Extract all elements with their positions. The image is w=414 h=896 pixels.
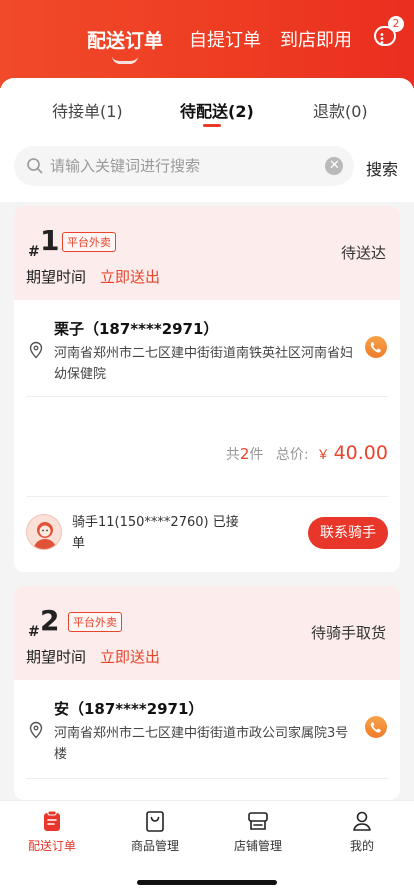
order-card[interactable]: # 1 平台外卖 待送达 期望时间 立即送出 栗子（187****2971） 河…: [14, 206, 400, 572]
location-icon: [29, 341, 43, 359]
tabbar-item-delivery-orders[interactable]: 配送订单: [12, 809, 92, 854]
status-tab-pending-delivery[interactable]: 待配送(2): [180, 98, 254, 122]
phone-icon[interactable]: [365, 716, 387, 738]
customer-name: 安（187****2971）: [54, 700, 204, 718]
clipboard-icon: [44, 810, 60, 831]
expected-time-label: 期望时间: [26, 268, 87, 286]
tabbar-label: 商品管理: [130, 839, 179, 853]
clear-icon[interactable]: ✕: [325, 157, 343, 175]
tabbar-item-store[interactable]: 店铺管理: [218, 809, 298, 854]
total-label: 总价:: [275, 447, 309, 463]
rider-avatar: [26, 514, 62, 550]
status-tab-indicator: [203, 124, 221, 127]
item-count-prefix: 共: [225, 447, 240, 463]
order-filter-panel: 待接单(1) 待配送(2) 退款(0) ✕ 搜索: [0, 78, 414, 202]
search-input[interactable]: [50, 146, 320, 186]
shopping-bag-icon: [146, 811, 164, 832]
rider-status: 骑手11(150****2760) 已接单: [72, 515, 239, 551]
currency-symbol: ￥: [316, 448, 330, 463]
customer-address: 河南省郑州市二七区建中街街道南铁英社区河南省妇幼保健院: [54, 346, 354, 382]
store-icon: [248, 812, 268, 830]
order-card[interactable]: # 2 平台外卖 待骑手取货 期望时间 立即送出 安（187****2971） …: [14, 586, 400, 800]
tab-in-store-use[interactable]: 到店即用: [280, 26, 352, 52]
order-status: 待骑手取货: [310, 624, 386, 642]
order-number: 2: [40, 604, 60, 637]
user-icon: [353, 811, 371, 831]
phone-icon[interactable]: [365, 336, 387, 358]
search-bar: ✕: [14, 146, 354, 186]
tab-pickup-orders[interactable]: 自提订单: [189, 26, 261, 52]
order-source-badge: 平台外卖: [68, 612, 122, 632]
top-header: 配送订单 自提订单 到店即用 • • • 2: [0, 0, 414, 88]
location-icon: [29, 721, 43, 739]
status-tab-pending-accept[interactable]: 待接单(1): [52, 98, 123, 122]
expected-time-value: 立即送出: [100, 648, 161, 666]
tab-delivery-orders[interactable]: 配送订单: [87, 26, 163, 53]
item-count-suffix: 件: [249, 447, 264, 463]
divider: [26, 778, 388, 779]
customer-address: 河南省郑州市二七区建中街街道市政公司家属院3号楼: [54, 726, 349, 762]
search-button[interactable]: 搜索: [366, 156, 398, 180]
order-total: 共2件 总价: ￥ 40.00: [226, 442, 388, 464]
divider: [26, 496, 388, 497]
tabbar-label: 配送订单: [27, 839, 76, 853]
order-source-badge: 平台外卖: [62, 232, 116, 252]
order-status: 待送达: [340, 244, 386, 262]
item-count: 2: [239, 445, 250, 463]
order-hash: #: [28, 244, 40, 260]
total-price: 40.00: [333, 442, 388, 464]
active-tab-indicator: [112, 56, 138, 64]
search-icon: [27, 158, 43, 174]
status-tab-refund[interactable]: 退款(0): [313, 98, 368, 122]
order-number: 1: [40, 224, 60, 257]
tabbar-item-products[interactable]: 商品管理: [115, 809, 195, 854]
expected-time-value: 立即送出: [100, 268, 161, 286]
expected-time-label: 期望时间: [26, 648, 87, 666]
customer-name: 栗子（187****2971）: [54, 320, 219, 338]
tabbar-label: 店铺管理: [233, 839, 282, 853]
message-badge: 2: [388, 16, 404, 32]
tabbar-item-me[interactable]: 我的: [322, 809, 402, 854]
tabbar-label: 我的: [349, 839, 374, 853]
contact-rider-button[interactable]: 联系骑手: [308, 517, 388, 549]
divider: [26, 396, 388, 397]
home-indicator: [137, 880, 277, 885]
order-hash: #: [28, 624, 40, 640]
